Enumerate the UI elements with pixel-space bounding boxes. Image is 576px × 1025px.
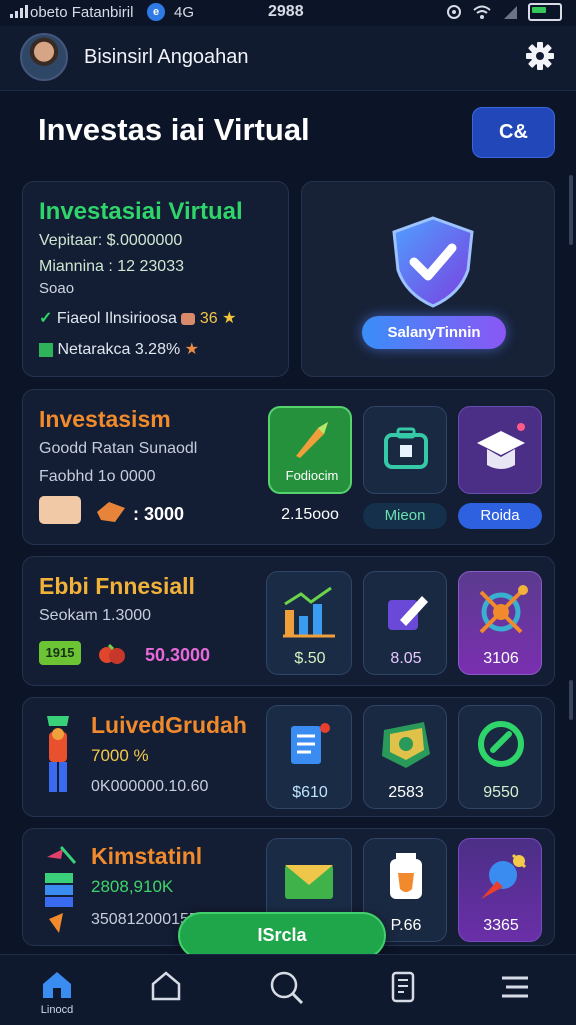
fruit-icon [99, 643, 125, 664]
signal-icon [10, 5, 28, 18]
app-status-icon: e [147, 3, 165, 21]
cell-signal-icon [504, 6, 517, 19]
network-type: 4G [174, 4, 195, 21]
bar-chart-icon [283, 586, 335, 638]
app-header: Bisinsirl Angoahan [0, 26, 576, 91]
investasi-amount: : 3000 [133, 504, 185, 524]
tile-product-label: Fodiocim [285, 468, 339, 483]
tile-bag[interactable] [363, 406, 447, 494]
status-bar: obeto Fatanbiril e 4G 2988 [0, 0, 576, 26]
home-icon[interactable] [40, 970, 74, 1000]
house-outline-icon[interactable] [150, 970, 182, 1002]
briefcase-icon [384, 427, 428, 469]
summary-card[interactable]: Investasiai Virtual Vepitaar: $.0000000 … [22, 181, 289, 377]
battery-icon [528, 3, 562, 21]
person-icon [47, 716, 69, 792]
badge-icon [382, 722, 430, 768]
summary-line-status: Soao [39, 280, 75, 297]
investasi-title: Investasism [39, 406, 171, 432]
fiscal-value: 36 [199, 310, 218, 327]
chip-icon[interactable] [388, 970, 418, 1004]
summary-title: Investasiai Virtual [39, 198, 243, 225]
star-icon: ★ [184, 341, 199, 358]
fiscal-label: Fiaeol Ilnsirioosa [56, 310, 177, 327]
pen-icon [296, 422, 328, 458]
graduation-cap-icon [477, 423, 525, 469]
clock: 2988 [268, 3, 304, 20]
sync-icon [447, 5, 461, 19]
rocket-icon [481, 853, 527, 899]
tile-chart-value: $.50 [294, 650, 326, 667]
scrollbar[interactable] [569, 175, 573, 245]
edit-icon [388, 596, 428, 630]
check-icon: ✓ [39, 310, 53, 327]
luvert-title: LuivedGrudah [91, 712, 247, 738]
tile-shield-value: 2583 [388, 784, 424, 801]
luvert-line1: 7000 % [91, 746, 149, 765]
kimstatinl-title: Kimstatinl [91, 843, 203, 869]
gear-icon[interactable] [524, 40, 556, 72]
tile-product[interactable]: Fodiocim [268, 406, 352, 494]
tile-product-value: 2.15ooo [281, 506, 339, 523]
tile-cap[interactable] [458, 406, 542, 494]
username: Bisinsirl Angoahan [84, 46, 249, 68]
finansial-title: Ebbi Fnnesiall [39, 573, 195, 599]
summary-line-fiscal: ✓ Fiaeol Ilnsirioosa 36 ★ [39, 308, 236, 328]
stack-icon [45, 846, 77, 933]
summary-line-capital: Vepitaar: $.0000000 [39, 232, 183, 249]
summary-line-minimum: Miannina : 12 23033 [39, 258, 184, 275]
system-icons [446, 3, 562, 21]
finansial-badge: 1915 [39, 641, 81, 665]
page-title: Investas iai Virtual [38, 112, 310, 147]
tile-bag-pill[interactable]: Mieon [363, 503, 447, 529]
mail-icon [285, 865, 333, 899]
tile-note[interactable]: 8.05 [363, 571, 447, 675]
finansial-line1: Seokam 1.3000 [39, 607, 152, 624]
saving-button[interactable]: SalanyTinnin [362, 316, 506, 349]
tile-shield[interactable]: 2583 [363, 705, 447, 809]
tile-target[interactable]: 3106 [458, 571, 542, 675]
tile-cap-pill[interactable]: Roida [458, 503, 542, 529]
luvert-line2: 0K000000.10.60 [91, 778, 209, 795]
scrollbar-thumb[interactable] [569, 680, 573, 720]
nav-home-label[interactable]: Linocd [33, 1004, 81, 1016]
search-icon[interactable] [268, 970, 304, 1004]
check-circle-icon [478, 721, 524, 767]
investasi-line1: Goodd Ratan Sunaodl [39, 440, 198, 457]
star-icon: ★ [222, 310, 237, 327]
ticket-icon [39, 496, 81, 524]
investasi-line2: Faobhd 1o 0000 [39, 468, 156, 485]
rate-label: Netarakca 3.28% [57, 341, 181, 358]
tile-chart[interactable]: $.50 [266, 571, 352, 675]
summary-line-rate: Netarakca 3.28% ★ [39, 339, 199, 359]
shield-check-icon [392, 216, 474, 308]
primary-action-button[interactable]: ISrcla [178, 912, 386, 959]
finansial-amount: 50.3000 [145, 645, 211, 665]
tile-target-value: 3106 [483, 650, 519, 667]
menu-icon[interactable] [498, 972, 532, 1002]
device-icon [390, 853, 422, 899]
tile-note-value: 8.05 [390, 650, 422, 667]
avatar[interactable] [20, 33, 68, 81]
kimstatinl-line1: 2808,910K [91, 877, 174, 896]
document-icon [291, 723, 330, 764]
tile-rocket[interactable]: 3365 [458, 838, 542, 942]
bag-icon [181, 312, 196, 325]
wifi-icon [473, 5, 491, 19]
coins-icon [97, 502, 125, 522]
square-icon [39, 342, 53, 357]
carrier-name: obeto Fatanbiril [30, 4, 134, 21]
tile-document-value: $610 [292, 784, 328, 801]
tile-verified-value: 9550 [483, 784, 519, 801]
target-icon [479, 585, 528, 634]
tile-verified[interactable]: 9550 [458, 705, 542, 809]
action-button[interactable]: C& [472, 107, 555, 158]
tile-rocket-value: 3365 [483, 917, 519, 934]
tile-document[interactable]: $610 [266, 705, 352, 809]
